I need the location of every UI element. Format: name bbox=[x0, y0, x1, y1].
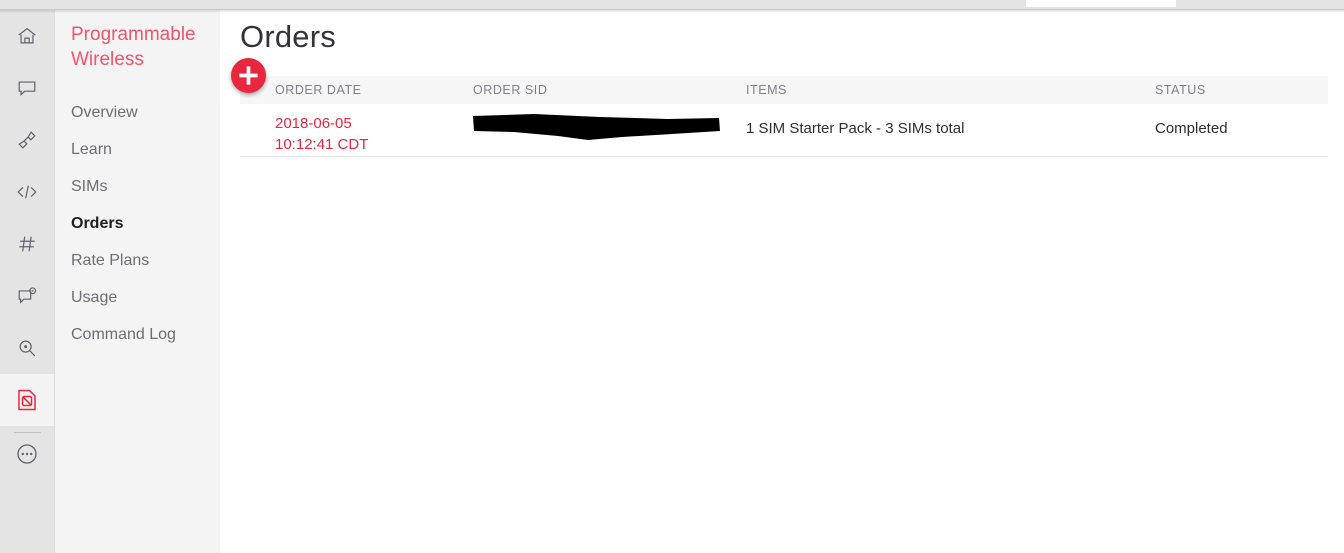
rail-item-messaging[interactable] bbox=[0, 62, 54, 114]
top-strip-shadow bbox=[0, 10, 1344, 13]
column-header-order-date: ORDER DATE bbox=[275, 83, 362, 97]
column-header-status: STATUS bbox=[1155, 83, 1206, 97]
add-order-button[interactable] bbox=[231, 58, 266, 93]
rail-item-more[interactable] bbox=[0, 428, 54, 480]
browser-top-strip bbox=[0, 0, 1344, 10]
orders-table: ORDER DATE ORDER SID ITEMS STATUS 2018-0… bbox=[240, 76, 1328, 157]
order-date-value: 2018-06-05 bbox=[275, 115, 352, 132]
table-row[interactable]: 2018-06-05 10:12:41 CDT 1 SIM Starter Pa… bbox=[240, 104, 1328, 157]
voice-phone-icon bbox=[16, 129, 38, 151]
rail-item-phone-numbers[interactable] bbox=[0, 218, 54, 270]
rail-item-runtime[interactable] bbox=[0, 166, 54, 218]
order-items-value: 1 SIM Starter Pack - 3 SIMs total bbox=[746, 120, 965, 137]
column-header-items: ITEMS bbox=[746, 83, 787, 97]
plus-icon bbox=[231, 58, 266, 93]
column-header-order-sid: ORDER SID bbox=[473, 83, 548, 97]
home-icon bbox=[16, 25, 38, 47]
sidebar-item-sims[interactable]: SIMs bbox=[71, 168, 221, 205]
rail-item-lookup[interactable] bbox=[0, 322, 54, 374]
product-title: Programmable Wireless bbox=[71, 24, 196, 70]
page-title: Orders bbox=[240, 19, 336, 54]
hash-icon bbox=[16, 233, 38, 255]
order-sid-redaction bbox=[472, 112, 722, 142]
rail-item-home[interactable] bbox=[0, 10, 54, 62]
product-nav-panel: Programmable Wireless Overview Learn SIM… bbox=[55, 10, 220, 553]
sidebar-item-rate-plans[interactable]: Rate Plans bbox=[71, 242, 221, 279]
sim-card-icon bbox=[16, 388, 38, 412]
order-time-value: 10:12:41 CDT bbox=[275, 136, 369, 153]
browser-address-field[interactable] bbox=[1026, 0, 1176, 7]
more-icon bbox=[15, 442, 39, 466]
rail-item-chat[interactable] bbox=[0, 270, 54, 322]
sidebar-item-learn[interactable]: Learn bbox=[71, 131, 221, 168]
rail-item-voice[interactable] bbox=[0, 114, 54, 166]
messaging-icon bbox=[16, 77, 38, 99]
sidebar-item-usage[interactable]: Usage bbox=[71, 279, 221, 316]
chat-icon bbox=[16, 285, 38, 307]
main-content: Orders ORDER DATE ORDER SID ITEMS STATUS… bbox=[220, 10, 1344, 553]
order-date-link[interactable]: 2018-06-05 10:12:41 CDT bbox=[275, 113, 368, 155]
sidebar-item-orders[interactable]: Orders bbox=[71, 205, 221, 242]
product-icon-rail bbox=[0, 10, 55, 553]
status-badge: Completed bbox=[1155, 120, 1228, 137]
product-nav-list: Overview Learn SIMs Orders Rate Plans Us… bbox=[71, 94, 221, 353]
rail-item-programmable-wireless[interactable] bbox=[0, 374, 54, 426]
sidebar-item-overview[interactable]: Overview bbox=[71, 94, 221, 131]
orders-table-header: ORDER DATE ORDER SID ITEMS STATUS bbox=[240, 76, 1328, 104]
lookup-icon bbox=[16, 337, 38, 359]
code-icon bbox=[15, 181, 39, 203]
sidebar-item-command-log[interactable]: Command Log bbox=[71, 316, 221, 353]
